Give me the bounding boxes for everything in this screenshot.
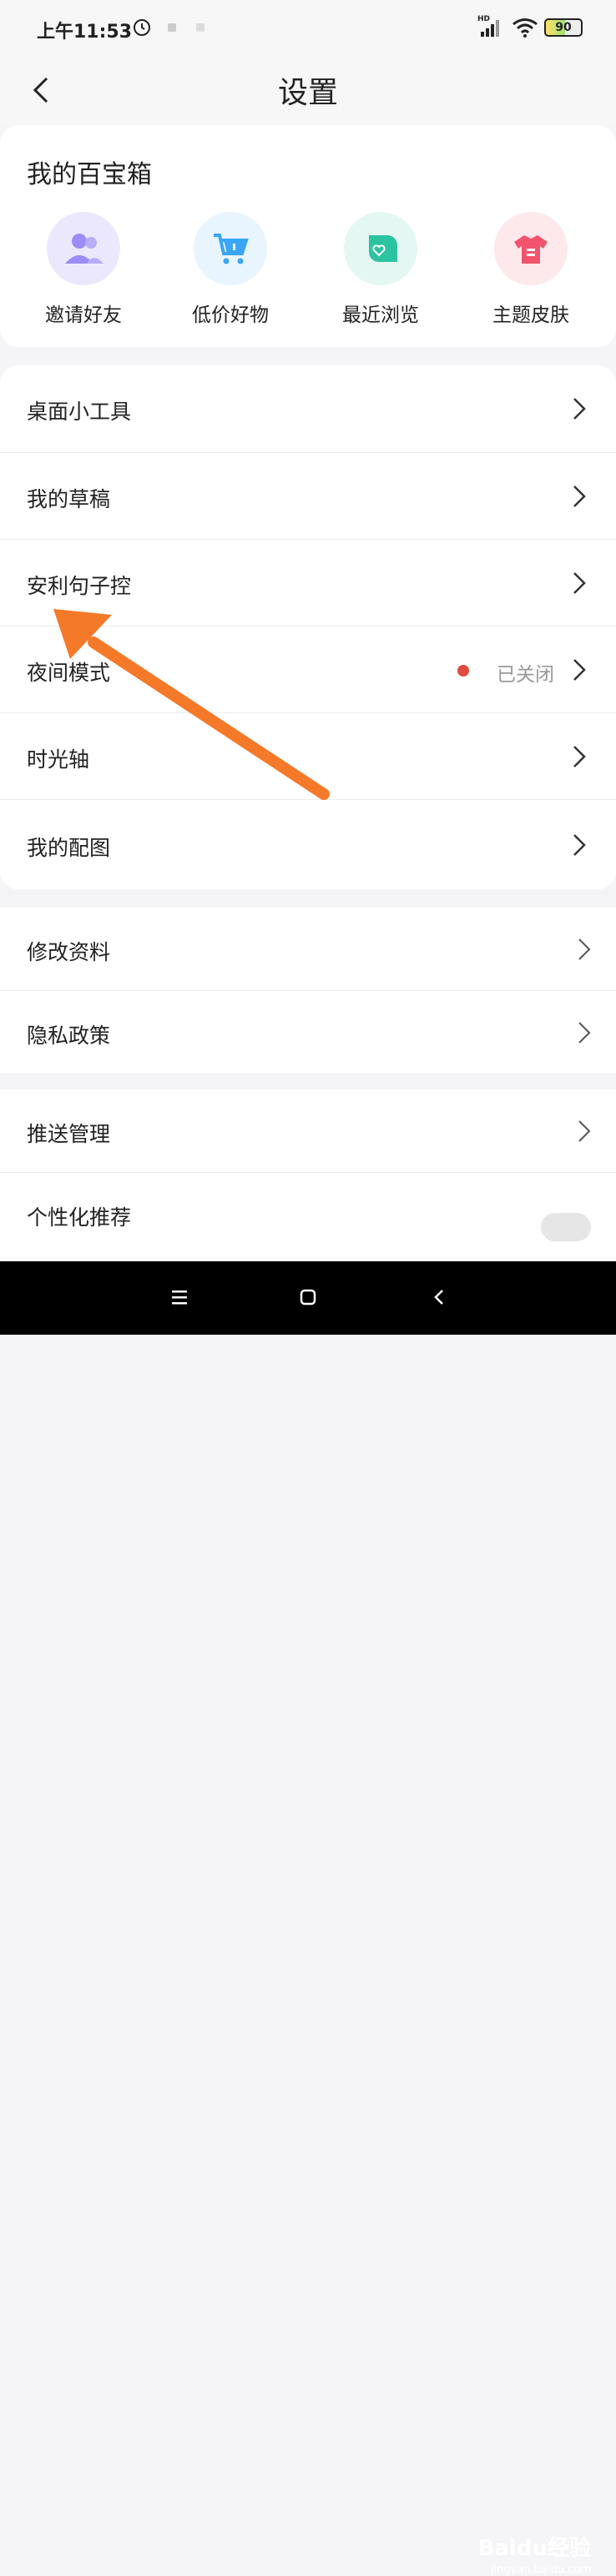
row-label: 个性化推荐 (27, 1205, 132, 1230)
settings-row-my-images[interactable]: 我的配图 (0, 799, 616, 890)
chevron-right-icon (573, 834, 586, 856)
row-label: 时光轴 (27, 747, 90, 772)
alarm-icon (134, 19, 150, 36)
settings-row-my-drafts[interactable]: 我的草稿 (0, 452, 616, 540)
battery-icon: 90 (544, 18, 583, 37)
settings-row-privacy-policy[interactable]: 隐私政策 (0, 990, 616, 1074)
menu-icon[interactable] (170, 1288, 189, 1306)
settings-row-timeline[interactable]: 时光轴 (0, 712, 616, 800)
shirt-icon (494, 212, 568, 285)
chevron-right-icon (573, 398, 586, 420)
recent-browse-icon (344, 212, 417, 285)
row-label: 安利句子控 (27, 574, 132, 598)
toolbox-item-label: 主题皮肤 (492, 304, 569, 326)
status-bar: 上午11:53 HD 90 (0, 0, 616, 58)
chevron-right-icon (578, 1120, 591, 1142)
wifi-icon (512, 18, 538, 38)
header: 设置 (0, 58, 616, 125)
toolbox-item-cheap-goods[interactable]: 低价好物 (164, 212, 297, 327)
status-dot (457, 665, 469, 677)
row-label: 隐私政策 (27, 1024, 111, 1048)
watermark-url: jingyan.baidu.com (491, 2563, 591, 2576)
toolbox-item-label: 最近浏览 (342, 304, 419, 326)
chevron-right-icon (573, 572, 586, 594)
watermark-brand: Baidu经验 (477, 2536, 591, 2561)
settings-row-personalized-recommend[interactable]: 个性化推荐 (0, 1172, 616, 1261)
toolbox-item-theme-skin[interactable]: 主题皮肤 (464, 212, 598, 327)
toggle-switch[interactable] (541, 1213, 591, 1241)
settings-group-1: 桌面小工具 我的草稿 安利句子控 夜间模式 已关闭 时光轴 我的配图 (0, 365, 616, 889)
toolbox-item-label: 邀请好友 (45, 304, 122, 326)
row-label: 我的配图 (27, 836, 111, 860)
chevron-right-icon (573, 659, 586, 681)
home-icon[interactable] (299, 1288, 317, 1306)
row-label: 桌面小工具 (27, 400, 132, 424)
toolbox-item-recent-browse[interactable]: 最近浏览 (314, 212, 447, 327)
settings-row-night-mode[interactable]: 夜间模式 已关闭 (0, 626, 616, 713)
back-nav-icon[interactable] (431, 1288, 449, 1306)
notification-icon-2 (196, 23, 204, 32)
row-label: 推送管理 (27, 1122, 111, 1146)
settings-row-edit-profile[interactable]: 修改资料 (0, 908, 616, 990)
notification-icon (168, 23, 176, 32)
chevron-right-icon (578, 1022, 591, 1044)
page-title: 设置 (277, 76, 338, 110)
settings-row-recommend-app[interactable]: 安利句子控 (0, 539, 616, 626)
toolbox-item-label: 低价好物 (192, 304, 269, 326)
row-label: 修改资料 (27, 940, 111, 964)
settings-row-desktop-widget[interactable]: 桌面小工具 (0, 365, 616, 452)
signal-icon (481, 20, 499, 37)
watermark-logo: Baidu经验 jingyan.baidu.com (478, 2531, 591, 2576)
toolbox-card: 我的百宝箱 邀请好友 低价好物 最近浏览 主题皮肤 (0, 125, 616, 347)
system-nav-bar: Baidu经验 jingyan.baidu.com (0, 1261, 616, 2576)
shopping-cart-icon (194, 212, 267, 285)
night-mode-status: 已关闭 (497, 664, 554, 686)
toolbox-item-invite-friends[interactable]: 邀请好友 (17, 212, 150, 327)
clock: 上午11:53 (37, 22, 133, 43)
invite-friends-icon (47, 212, 120, 285)
settings-group-3: 推送管理 个性化推荐 (0, 1089, 616, 1261)
settings-row-push-management[interactable]: 推送管理 (0, 1089, 616, 1172)
chevron-right-icon (573, 746, 586, 767)
settings-group-2: 修改资料 隐私政策 (0, 908, 616, 1073)
toolbox-title: 我的百宝箱 (27, 160, 152, 189)
chevron-right-icon (578, 938, 591, 960)
chevron-right-icon (573, 486, 586, 507)
battery-level: 90 (555, 21, 572, 34)
row-label: 夜间模式 (27, 661, 111, 685)
row-label: 我的草稿 (27, 487, 111, 511)
